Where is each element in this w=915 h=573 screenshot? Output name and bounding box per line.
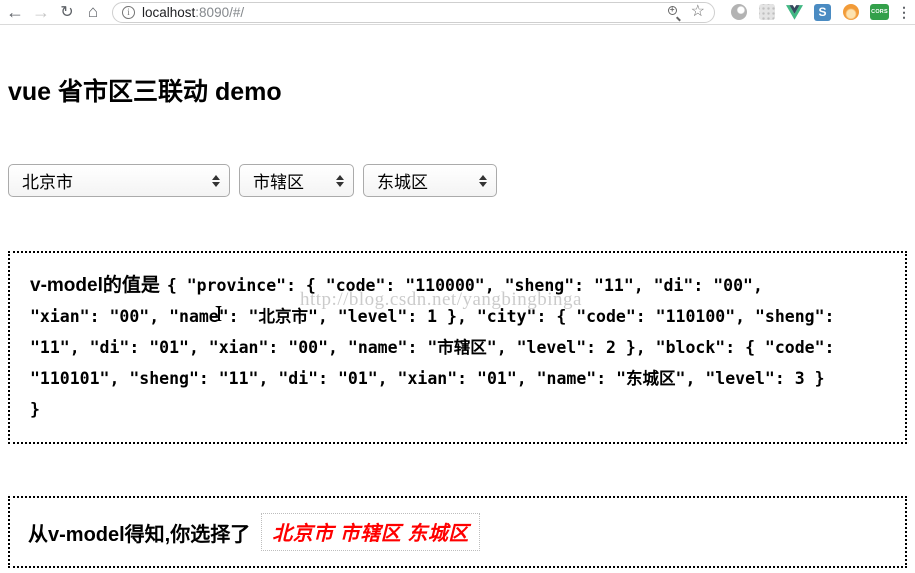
selection-result-box: 从v-model得知,你选择了 北京市 市辖区 东城区 [8,496,907,568]
vmodel-label: v-model的值是 [30,275,160,296]
vue-devtools-icon[interactable] [786,4,803,21]
select-stepper-icon [202,174,220,187]
city-select[interactable]: 市辖区 [239,164,354,197]
vmodel-line-2: "xian": "00", "name": "北京市", "level": 1 … [30,307,835,326]
page-title: vue 省市区三联动 demo [8,78,282,106]
reload-icon[interactable]: ↻ [54,1,80,24]
vmodel-value-box: v-model的值是 { "province": { "code": "11000… [8,251,907,444]
extension-s-icon[interactable]: S [814,3,831,21]
zoom-icon[interactable]: + [667,5,682,22]
district-select-value: 东城区 [377,173,428,192]
bookmark-star-icon[interactable]: ☆ [691,4,705,20]
province-select[interactable]: 北京市 [8,164,230,197]
cascade-selects-row: 北京市 市辖区 东城区 [8,164,907,197]
back-icon[interactable]: ← [2,1,28,24]
browser-menu-icon[interactable]: ⋮ [897,4,911,21]
address-bar[interactable]: i localhost:8090/#/ + ☆ [112,1,715,23]
extensions-row: S CORS [730,3,889,21]
extension-swirl-icon[interactable] [730,4,747,21]
select-stepper-icon [326,174,344,187]
home-icon[interactable]: ⌂ [80,1,106,24]
vmodel-line-5: } [30,400,40,419]
vmodel-json-line1: { "province": { "code": "110000", "sheng… [166,276,763,295]
extension-cors-icon[interactable]: CORS [870,4,889,20]
extension-bird-icon[interactable] [842,4,859,21]
url-text: localhost:8090/#/ [142,5,244,20]
result-label: 从v-model得知,你选择了 [28,523,251,546]
page-content: vue 省市区三联动 demo 北京市 市辖区 东城区 v-model的值是 {… [0,78,915,568]
extension-grid-icon[interactable] [758,4,775,21]
url-host: localhost [142,4,196,20]
vmodel-line-4: "110101", "sheng": "11", "di": "01", "xi… [30,369,825,388]
page-info-icon[interactable]: i [122,5,135,19]
select-stepper-icon [469,174,487,187]
result-selected-values: 北京市 市辖区 东城区 [261,513,480,551]
vmodel-line-1: v-model的值是 { "province": { "code": "11000… [30,270,885,301]
vmodel-line-3: "11", "di": "01", "xian": "00", "name": … [30,338,835,357]
browser-toolbar: ← → ↻ ⌂ i localhost:8090/#/ + ☆ S CORS ⋮ [0,0,915,25]
forward-icon[interactable]: → [28,1,54,24]
city-select-value: 市辖区 [253,173,304,192]
url-path: :8090/#/ [195,4,245,20]
province-select-value: 北京市 [22,173,73,192]
district-select[interactable]: 东城区 [363,164,497,197]
